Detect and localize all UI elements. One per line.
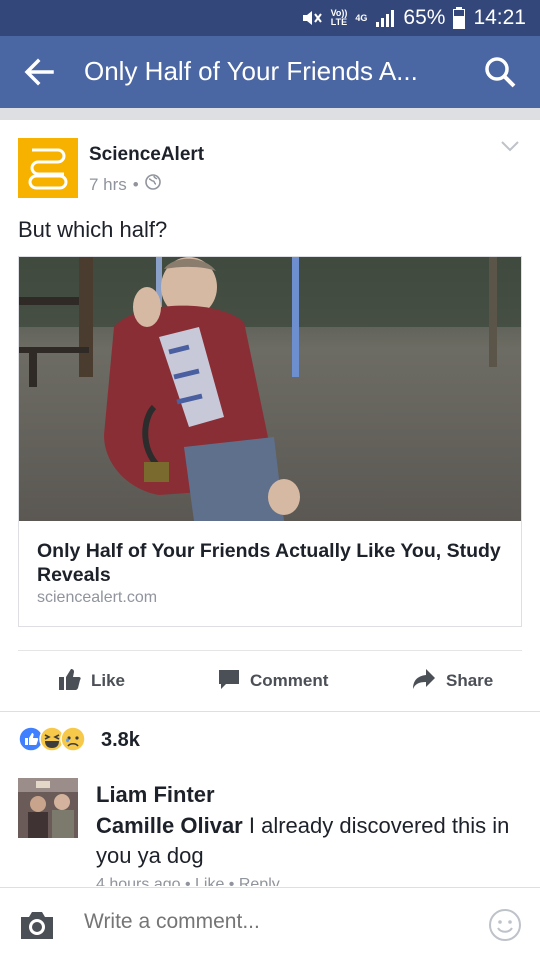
comment-meta[interactable]: 4 hours ago • Like • Reply	[96, 876, 280, 886]
page-name[interactable]: ScienceAlert	[89, 144, 204, 166]
share-button[interactable]: Share	[412, 665, 493, 697]
comment-composer	[0, 887, 540, 960]
share-arrow-icon	[412, 668, 436, 695]
network-type: 4G	[355, 12, 368, 23]
status-bar: Vo)) LTE 4G 65% 14:21	[0, 0, 540, 36]
link-title[interactable]: Only Half of Your Friends Actually Like …	[37, 539, 507, 587]
battery-percent: 65%	[403, 6, 446, 29]
battery-icon	[453, 7, 466, 29]
link-preview-card[interactable]: Only Half of Your Friends Actually Like …	[18, 256, 522, 627]
reaction-count[interactable]: 3.8k	[101, 729, 140, 752]
page-logo[interactable]	[18, 138, 78, 198]
comment-text: Camille Olivar I already discovered this…	[96, 811, 524, 871]
smiley-icon[interactable]	[488, 908, 522, 942]
thumbs-up-icon	[59, 668, 81, 695]
comment-author[interactable]: Liam Finter	[96, 782, 215, 808]
post-timestamp[interactable]: 7 hrs	[89, 175, 127, 195]
avatar[interactable]	[18, 778, 78, 838]
clock: 14:21	[473, 6, 526, 29]
signal-icon	[375, 8, 395, 28]
divider	[0, 711, 540, 712]
camera-icon[interactable]	[18, 909, 56, 941]
divider	[0, 108, 540, 120]
sad-reaction-icon	[60, 725, 86, 757]
arrow-left-icon[interactable]	[22, 56, 58, 88]
volte-indicator: Vo)) LTE	[330, 8, 348, 27]
app-bar: Only Half of Your Friends A...	[0, 36, 540, 108]
link-preview-image[interactable]	[19, 257, 521, 521]
mute-icon	[301, 8, 323, 28]
reaction-icons[interactable]	[18, 725, 86, 757]
like-button[interactable]: Like	[59, 665, 125, 697]
comment-mention[interactable]: Camille Olivar	[96, 813, 243, 838]
link-domain: sciencealert.com	[37, 589, 158, 606]
search-icon[interactable]	[482, 54, 518, 90]
comment-icon	[218, 668, 240, 695]
meta-separator: •	[132, 174, 139, 194]
like-label: Like	[91, 671, 126, 690]
globe-icon	[144, 174, 161, 195]
post-text: But which half?	[18, 217, 168, 242]
chevron-down-icon[interactable]	[500, 139, 520, 153]
divider	[18, 650, 522, 651]
page-title: Only Half of Your Friends A...	[84, 56, 418, 86]
comment-button[interactable]: Comment	[218, 665, 328, 697]
share-label: Share	[446, 671, 494, 690]
post-meta: 7 hrs •	[89, 174, 161, 195]
comment-input[interactable]	[84, 910, 464, 934]
comment-label: Comment	[250, 671, 329, 690]
